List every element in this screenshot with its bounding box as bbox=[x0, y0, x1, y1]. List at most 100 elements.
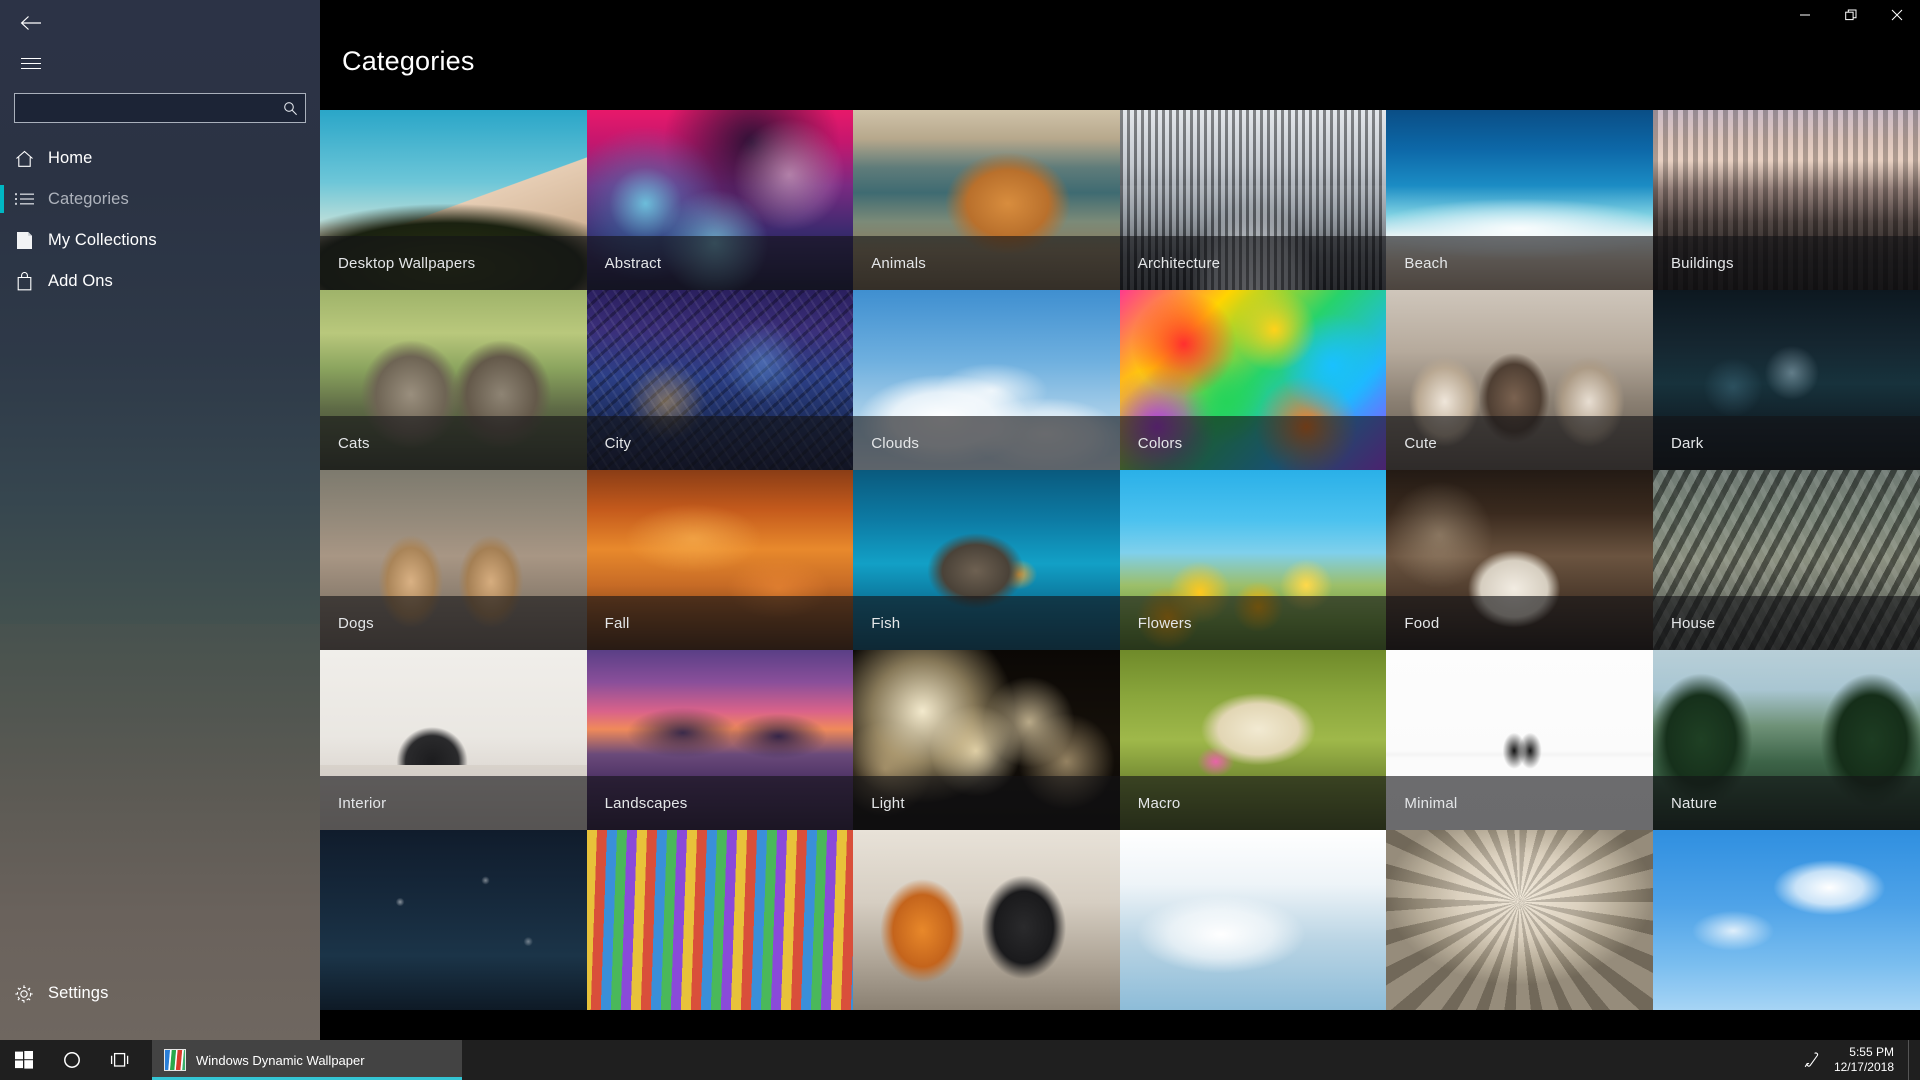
category-tile[interactable]: Interior bbox=[320, 650, 587, 830]
collections-icon bbox=[0, 231, 48, 250]
task-view-button[interactable] bbox=[96, 1040, 144, 1080]
category-label: Flowers bbox=[1137, 614, 1192, 632]
category-caption: Light bbox=[853, 776, 1120, 830]
category-tile[interactable]: Dark bbox=[1652, 290, 1920, 470]
start-button[interactable] bbox=[0, 1040, 48, 1080]
category-tile[interactable] bbox=[1119, 830, 1387, 1010]
taskbar-app-button[interactable]: Windows Dynamic Wallpaper bbox=[152, 1040, 462, 1080]
category-label: Colors bbox=[1137, 434, 1183, 452]
sidebar-item-my-collections[interactable]: My Collections bbox=[0, 220, 320, 261]
category-tile[interactable]: Light bbox=[853, 650, 1120, 830]
sidebar-item-settings[interactable]: Settings bbox=[0, 973, 320, 1014]
category-caption: Animals bbox=[853, 236, 1120, 290]
system-tray: 5:55 PM 12/17/2018 bbox=[1794, 1040, 1920, 1080]
categories-grid: Desktop Wallpapers Abstract Animals Archite… bbox=[320, 110, 1920, 1040]
category-tile[interactable]: Cute bbox=[1386, 290, 1653, 470]
pen-icon[interactable] bbox=[1794, 1040, 1828, 1080]
category-label: Macro bbox=[1137, 794, 1181, 812]
category-label: Fall bbox=[604, 614, 630, 632]
category-label: Minimal bbox=[1404, 794, 1458, 812]
category-tile[interactable]: Colors bbox=[1119, 290, 1387, 470]
category-thumbnail bbox=[1119, 830, 1387, 1010]
category-tile[interactable] bbox=[586, 830, 854, 1010]
category-thumbnail bbox=[320, 830, 587, 1010]
category-tile[interactable]: Fall bbox=[586, 470, 854, 650]
category-tile[interactable]: Flowers bbox=[1119, 470, 1387, 650]
category-label: Abstract bbox=[604, 254, 662, 272]
selection-accent bbox=[0, 267, 4, 295]
category-label: Cute bbox=[1404, 434, 1437, 452]
category-caption: Interior bbox=[320, 776, 587, 830]
show-desktop-button[interactable] bbox=[1908, 1040, 1916, 1080]
category-tile[interactable]: Nature bbox=[1652, 650, 1920, 830]
category-tile[interactable]: Clouds bbox=[853, 290, 1120, 470]
category-label: Dogs bbox=[338, 614, 374, 632]
category-caption: Cute bbox=[1386, 416, 1653, 470]
search-box[interactable] bbox=[14, 93, 306, 123]
restore-icon bbox=[1845, 9, 1857, 21]
page-title: Categories bbox=[342, 46, 475, 76]
category-tile[interactable]: Minimal bbox=[1386, 650, 1653, 830]
category-label: Architecture bbox=[1137, 254, 1221, 272]
category-thumbnail bbox=[586, 830, 854, 1010]
sidebar-item-categories[interactable]: Categories bbox=[0, 179, 320, 220]
category-tile[interactable]: City bbox=[586, 290, 854, 470]
category-caption: Colors bbox=[1119, 416, 1387, 470]
navigation-sidebar: Home Categories My Collections Add Ons S… bbox=[0, 0, 320, 1040]
cortana-button[interactable] bbox=[48, 1040, 96, 1080]
category-caption: City bbox=[586, 416, 854, 470]
category-label: Desktop Wallpapers bbox=[338, 254, 476, 272]
category-tile[interactable] bbox=[853, 830, 1120, 1010]
category-label: Fish bbox=[871, 614, 901, 632]
category-tile[interactable]: Cats bbox=[320, 290, 587, 470]
sidebar-item-label: Add Ons bbox=[48, 272, 113, 290]
category-caption: Architecture bbox=[1119, 236, 1387, 290]
category-tile[interactable]: Food bbox=[1386, 470, 1653, 650]
menu-button[interactable] bbox=[8, 44, 54, 82]
search-input[interactable] bbox=[15, 94, 275, 122]
category-label: Cats bbox=[338, 434, 370, 452]
clock-date: 12/17/2018 bbox=[1833, 1060, 1894, 1074]
category-tile[interactable]: Beach bbox=[1386, 110, 1653, 290]
category-thumbnail bbox=[1386, 830, 1653, 1010]
back-arrow-icon bbox=[20, 16, 41, 30]
search-glyph-icon bbox=[283, 101, 297, 115]
sidebar-item-label: Home bbox=[48, 149, 93, 167]
category-tile[interactable]: Macro bbox=[1119, 650, 1387, 830]
selection-accent bbox=[0, 185, 4, 213]
category-caption: Nature bbox=[1652, 776, 1920, 830]
category-tile[interactable]: Dogs bbox=[320, 470, 587, 650]
category-tile[interactable] bbox=[1386, 830, 1653, 1010]
list-icon bbox=[0, 192, 48, 208]
selection-accent bbox=[0, 144, 4, 172]
category-tile[interactable]: Animals bbox=[853, 110, 1120, 290]
sidebar-nav-list: Home Categories My Collections Add Ons bbox=[0, 138, 320, 302]
close-button[interactable] bbox=[1874, 0, 1920, 30]
category-caption: Beach bbox=[1386, 236, 1653, 290]
category-label: House bbox=[1670, 614, 1716, 632]
category-tile[interactable]: Architecture bbox=[1119, 110, 1387, 290]
bag-icon bbox=[0, 272, 48, 291]
category-tile[interactable]: Desktop Wallpapers bbox=[320, 110, 587, 290]
category-label: Buildings bbox=[1670, 254, 1734, 272]
back-button[interactable] bbox=[8, 4, 54, 42]
category-thumbnail bbox=[1652, 830, 1920, 1010]
sidebar-item-add-ons[interactable]: Add Ons bbox=[0, 261, 320, 302]
hamburger-icon bbox=[21, 54, 41, 73]
cortana-circle-icon bbox=[64, 1052, 80, 1068]
category-tile[interactable]: House bbox=[1652, 470, 1920, 650]
settings-label: Settings bbox=[48, 984, 109, 1002]
restore-button[interactable] bbox=[1828, 0, 1874, 30]
category-tile[interactable]: Abstract bbox=[586, 110, 854, 290]
minimize-button[interactable] bbox=[1782, 0, 1828, 30]
search-icon[interactable] bbox=[275, 94, 305, 122]
category-tile[interactable] bbox=[320, 830, 587, 1010]
taskbar-clock[interactable]: 5:55 PM 12/17/2018 bbox=[1828, 1045, 1908, 1075]
category-tile[interactable]: Landscapes bbox=[586, 650, 854, 830]
category-label: Clouds bbox=[871, 434, 920, 452]
sidebar-item-home[interactable]: Home bbox=[0, 138, 320, 179]
minimize-icon bbox=[1800, 14, 1810, 16]
category-tile[interactable]: Fish bbox=[853, 470, 1120, 650]
category-tile[interactable] bbox=[1652, 830, 1920, 1010]
category-tile[interactable]: Buildings bbox=[1652, 110, 1920, 290]
